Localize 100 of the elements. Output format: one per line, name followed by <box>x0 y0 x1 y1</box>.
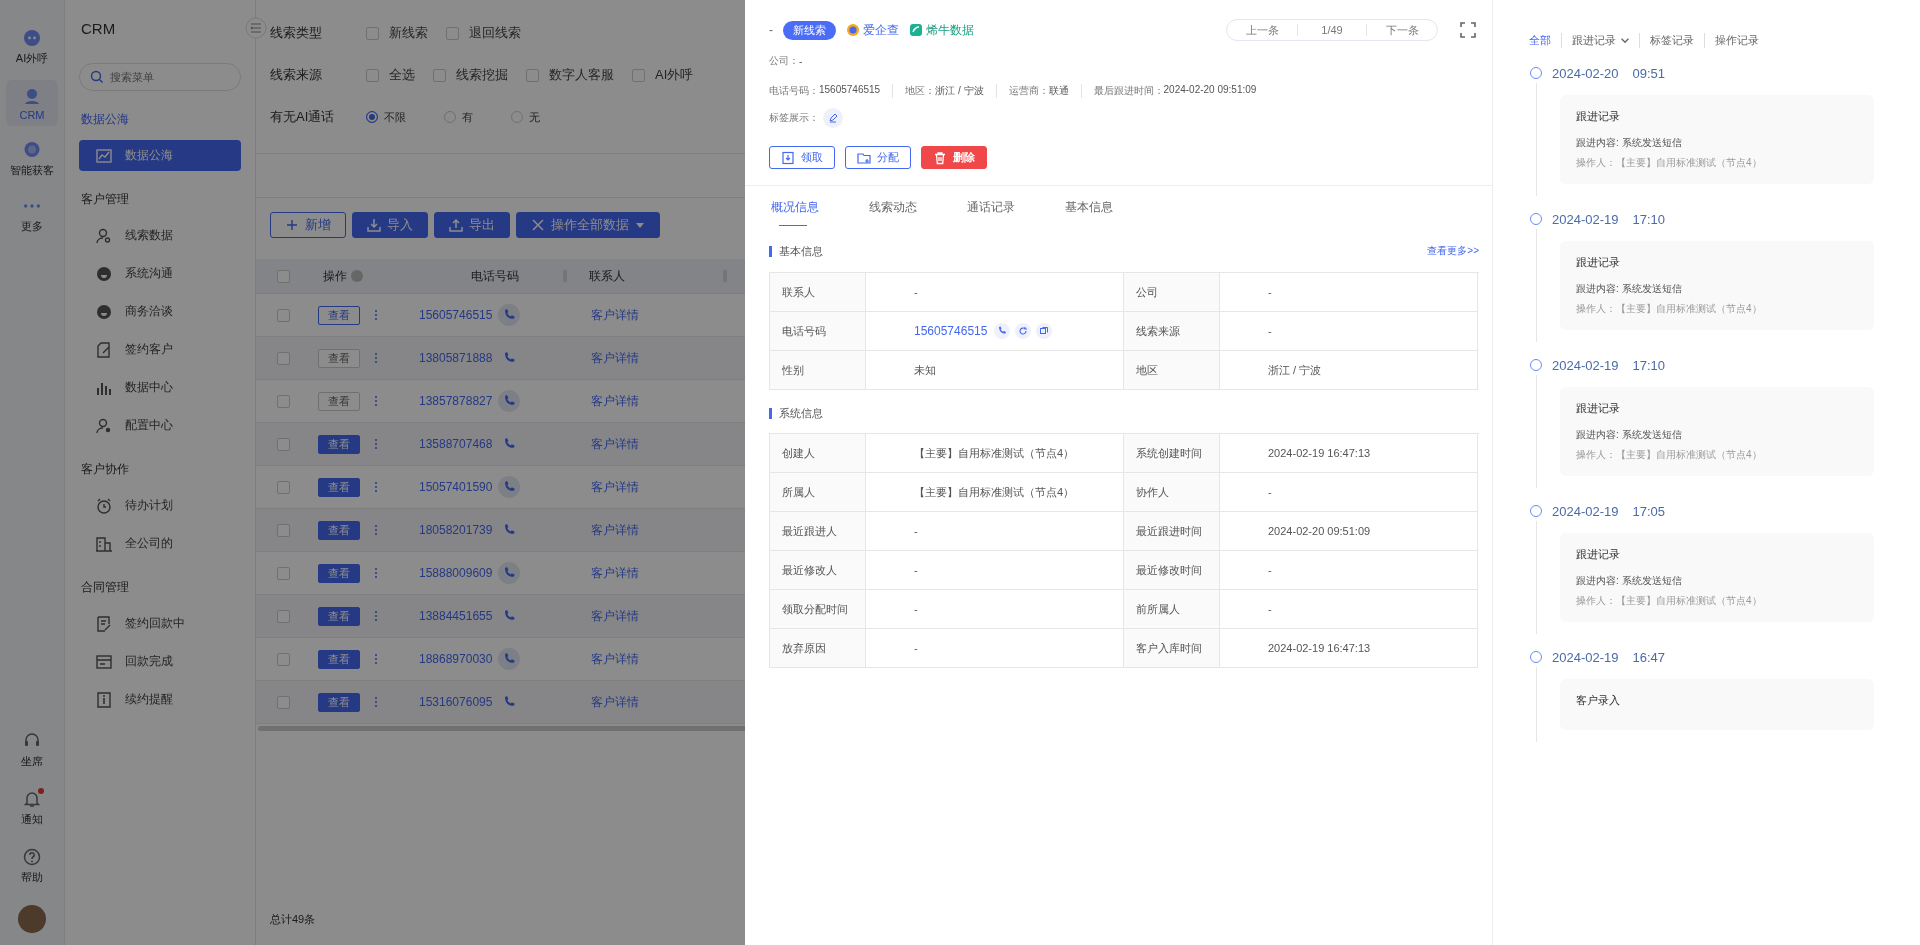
phone-icon[interactable] <box>498 562 521 584</box>
rail-item[interactable]: 通知 <box>6 785 58 831</box>
rail-item[interactable]: 坐席 <box>6 727 58 773</box>
filter-tab[interactable]: 标签记录 <box>1639 32 1704 48</box>
more-icon[interactable] <box>374 352 378 364</box>
external-link[interactable]: 爱企查 <box>846 21 899 39</box>
rail-item[interactable]: 智能获客 <box>6 136 58 182</box>
contact-link[interactable]: 客户详情 <box>591 607 639 625</box>
more-icon[interactable] <box>374 610 378 622</box>
copy-icon[interactable] <box>1036 323 1053 339</box>
phone-link[interactable]: 15888009609 <box>419 566 493 580</box>
action-button[interactable]: 删除 <box>921 146 987 169</box>
contact-link[interactable]: 客户详情 <box>591 435 639 453</box>
phone-link[interactable]: 15316076095 <box>419 695 493 709</box>
view-button[interactable]: 查看 <box>318 305 360 325</box>
fullscreen-icon[interactable] <box>1460 22 1476 38</box>
radio-button[interactable] <box>511 111 523 123</box>
more-icon[interactable] <box>374 309 378 321</box>
nav-item[interactable]: 签约回款中 <box>79 608 241 639</box>
nav-item[interactable]: 数据中心 <box>79 372 241 403</box>
radio-button[interactable] <box>366 111 378 123</box>
phone-link[interactable]: 13857878827 <box>419 394 493 408</box>
action-button[interactable]: 分配 <box>845 146 911 169</box>
tab[interactable]: 概况信息 <box>771 186 867 226</box>
contact-link[interactable]: 客户详情 <box>591 693 639 711</box>
view-button[interactable]: 查看 <box>318 391 360 411</box>
nav-item[interactable]: 配置中心 <box>79 410 241 441</box>
view-button[interactable]: 查看 <box>318 606 360 626</box>
checkbox[interactable] <box>632 68 645 82</box>
action-button[interactable]: 领取 <box>769 146 835 169</box>
edit-icon[interactable] <box>823 108 843 128</box>
phone-link[interactable]: 13588707468 <box>419 437 493 451</box>
phone-link[interactable]: 15057401590 <box>419 480 493 494</box>
tab[interactable]: 基本信息 <box>1065 186 1161 226</box>
contact-link[interactable]: 客户详情 <box>591 521 639 539</box>
view-button[interactable]: 查看 <box>318 477 360 497</box>
phone-link[interactable]: 13805871888 <box>419 351 493 365</box>
checkbox[interactable] <box>277 308 290 322</box>
more-icon[interactable] <box>374 653 378 665</box>
phone-link[interactable]: 13884451655 <box>419 609 493 623</box>
contact-link[interactable]: 客户详情 <box>591 392 639 410</box>
rail-item[interactable]: CRM <box>6 80 58 126</box>
view-button[interactable]: 查看 <box>318 434 360 454</box>
nav-item[interactable]: 线索数据 <box>79 220 241 251</box>
checkbox[interactable] <box>277 523 290 537</box>
view-button[interactable]: 查看 <box>318 563 360 583</box>
toolbar-button[interactable]: 新增 <box>270 212 346 238</box>
search-field[interactable]: 搜索菜单 <box>79 63 241 91</box>
view-button[interactable]: 查看 <box>318 520 360 540</box>
phone-icon[interactable] <box>498 476 521 498</box>
checkbox[interactable] <box>277 609 290 623</box>
radio-button[interactable] <box>444 111 456 123</box>
checkbox[interactable] <box>277 437 290 451</box>
checkbox[interactable] <box>526 68 539 82</box>
toolbar-button[interactable]: 导出 <box>434 212 510 238</box>
previous-button[interactable]: 上一条 <box>1227 21 1297 39</box>
checkbox[interactable] <box>277 480 290 494</box>
more-icon[interactable] <box>374 395 378 407</box>
tab[interactable]: 通话记录 <box>967 186 1063 226</box>
more-icon[interactable] <box>374 696 378 708</box>
refresh-icon[interactable] <box>1015 323 1032 339</box>
more-link[interactable]: 查看更多>> <box>1427 244 1479 258</box>
phone-link[interactable]: 15605746515 <box>419 308 493 322</box>
nav-item[interactable]: 回款完成 <box>79 646 241 677</box>
more-icon[interactable] <box>374 438 378 450</box>
filter-tab[interactable]: 操作记录 <box>1704 32 1769 48</box>
contact-link[interactable]: 客户详情 <box>591 650 639 668</box>
view-button[interactable]: 查看 <box>318 692 360 712</box>
nav-item[interactable]: 系统沟通 <box>79 258 241 289</box>
contact-link[interactable]: 客户详情 <box>591 349 639 367</box>
toolbar-button[interactable]: 操作全部数据 <box>516 212 660 238</box>
checkbox[interactable] <box>366 68 379 82</box>
checkbox[interactable] <box>277 351 290 365</box>
avatar[interactable] <box>18 905 46 933</box>
checkbox[interactable] <box>277 394 290 408</box>
more-icon[interactable] <box>374 481 378 493</box>
phone-link[interactable]: 18868970030 <box>419 652 493 666</box>
rail-item[interactable]: AI外呼 <box>6 24 58 70</box>
checkbox[interactable] <box>366 26 379 40</box>
checkbox[interactable] <box>446 26 459 40</box>
rail-item[interactable]: 更多 <box>6 192 58 238</box>
more-icon[interactable] <box>374 524 378 536</box>
checkbox[interactable] <box>277 652 290 666</box>
filter-tab[interactable]: 全部 <box>1529 32 1561 48</box>
filter-tab[interactable]: 跟进记录 <box>1561 32 1639 48</box>
contact-link[interactable]: 客户详情 <box>591 478 639 496</box>
phone-link[interactable]: 15605746515 <box>914 324 988 338</box>
nav-item[interactable]: 签约客户 <box>79 334 241 365</box>
phone-icon[interactable] <box>994 323 1011 339</box>
phone-icon[interactable] <box>498 390 521 412</box>
nav-item[interactable]: 商务洽谈 <box>79 296 241 327</box>
nav-item[interactable]: 全公司的 <box>79 528 241 559</box>
more-icon[interactable] <box>374 567 378 579</box>
view-button[interactable]: 查看 <box>318 348 360 368</box>
checkbox[interactable] <box>277 566 290 580</box>
phone-icon[interactable] <box>498 304 521 326</box>
toolbar-button[interactable]: 导入 <box>352 212 428 238</box>
contact-link[interactable]: 客户详情 <box>591 564 639 582</box>
external-link[interactable]: 烯牛数据 <box>909 21 974 39</box>
checkbox[interactable] <box>277 695 290 709</box>
